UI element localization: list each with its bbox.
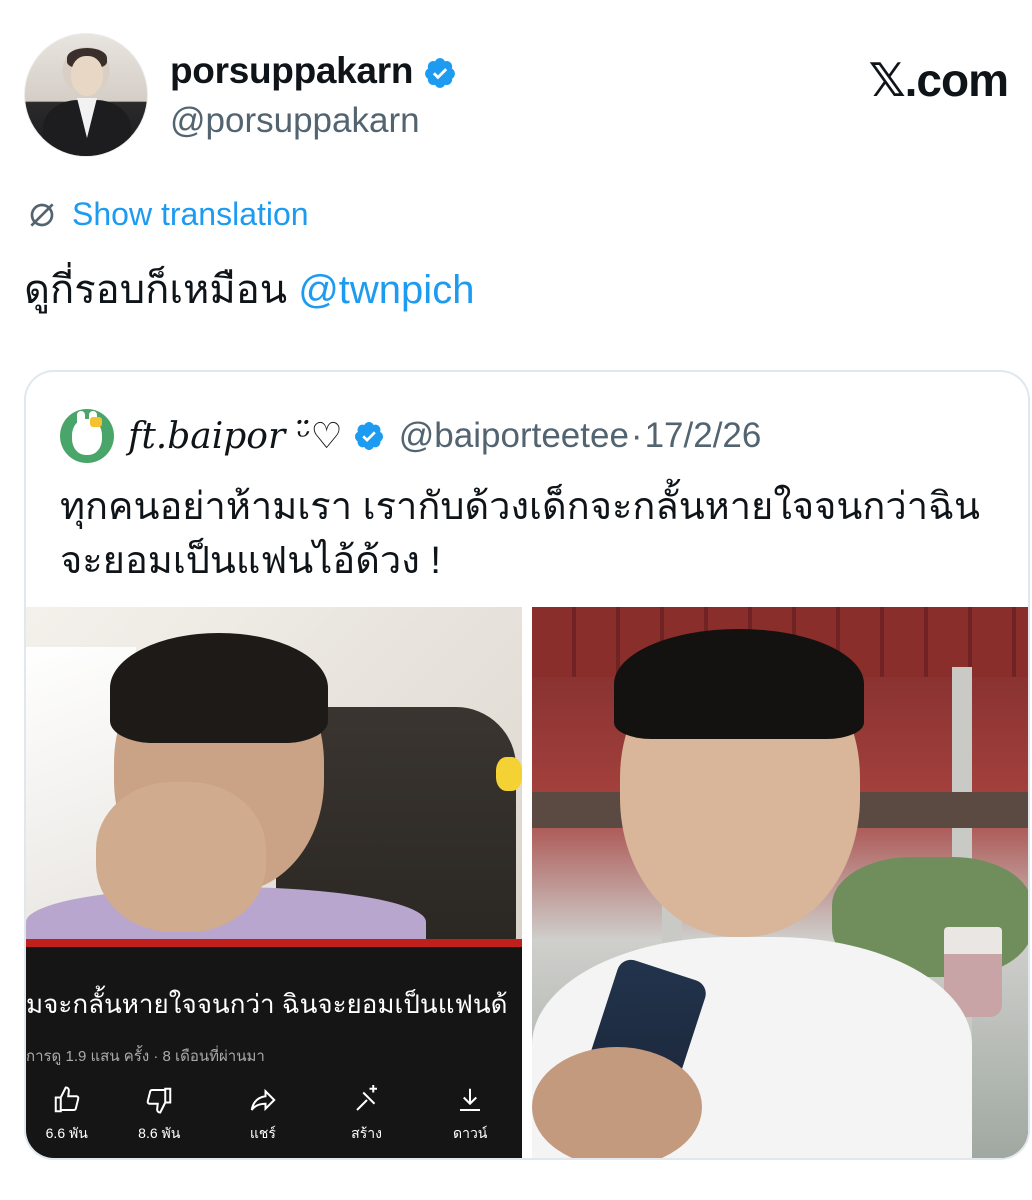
show-translation-button[interactable]: Show translation [26, 196, 309, 233]
quoted-text: ทุกคนอย่าห้ามเรา เรากับด้วงเด็กจะกลั้นหา… [60, 486, 980, 582]
create-icon [355, 1085, 377, 1111]
post-body: ดูกี่รอบก็เหมือน [24, 268, 299, 312]
video-title: มจะกลั้นหายใจจนกว่า ฉินจะยอมเป็นแฟนด้ [26, 989, 508, 1019]
mention-link[interactable]: @twnpich [298, 268, 474, 312]
media-image-right[interactable] [532, 607, 1028, 1158]
dislike-button: 8.6 พัน [107, 1085, 211, 1145]
quoted-verified-badge-icon [354, 422, 383, 450]
verified-badge-icon [425, 58, 455, 88]
display-name[interactable]: porsuppakarn [170, 50, 413, 92]
download-button: ดาวน์ [418, 1085, 522, 1145]
quoted-handle[interactable]: @baiporteetee [399, 416, 629, 456]
pikachu-toy [496, 757, 522, 791]
profile-avatar[interactable] [24, 33, 148, 157]
download-icon [460, 1088, 481, 1111]
share-button: แชร์ [211, 1085, 315, 1145]
post-text: ดูกี่รอบก็เหมือน @twnpich [24, 257, 474, 321]
like-button: 6.6 พัน [26, 1085, 107, 1145]
video-meta: การดู 1.9 แสน ครั้ง · 8 เดือนที่ผ่านมา [26, 1048, 265, 1065]
video-action-bar: 6.6 พัน 8.6 พัน แชร์ สร้าง ดาวน์ [26, 1085, 522, 1145]
media-image-left[interactable]: มจะกลั้นหายใจจนกว่า ฉินจะยอมเป็นแฟนด้ กา… [26, 607, 522, 1158]
create-button: สร้าง [315, 1085, 419, 1145]
share-icon [250, 1088, 276, 1112]
thumbs-down-icon [146, 1087, 172, 1114]
quoted-post-header: ft.baipor ᵕ̈♡ @baiporteetee · 17/2/26 [60, 409, 761, 463]
show-translation-label: Show translation [72, 196, 309, 232]
meta-separator: · [630, 416, 643, 455]
translate-globe-icon [30, 202, 54, 227]
quoted-date[interactable]: 17/2/26 [645, 416, 762, 456]
x-com-logo: 𝕏.com [868, 54, 1009, 106]
quoted-display-name[interactable]: ft.baipor ᵕ̈♡ [128, 416, 343, 457]
quoted-post[interactable]: ft.baipor ᵕ̈♡ @baiporteetee · 17/2/26 ทุ… [24, 370, 1030, 1160]
thumbs-up-icon [54, 1086, 80, 1113]
quoted-avatar[interactable] [60, 409, 114, 463]
user-handle[interactable]: @porsuppakarn [170, 101, 420, 141]
